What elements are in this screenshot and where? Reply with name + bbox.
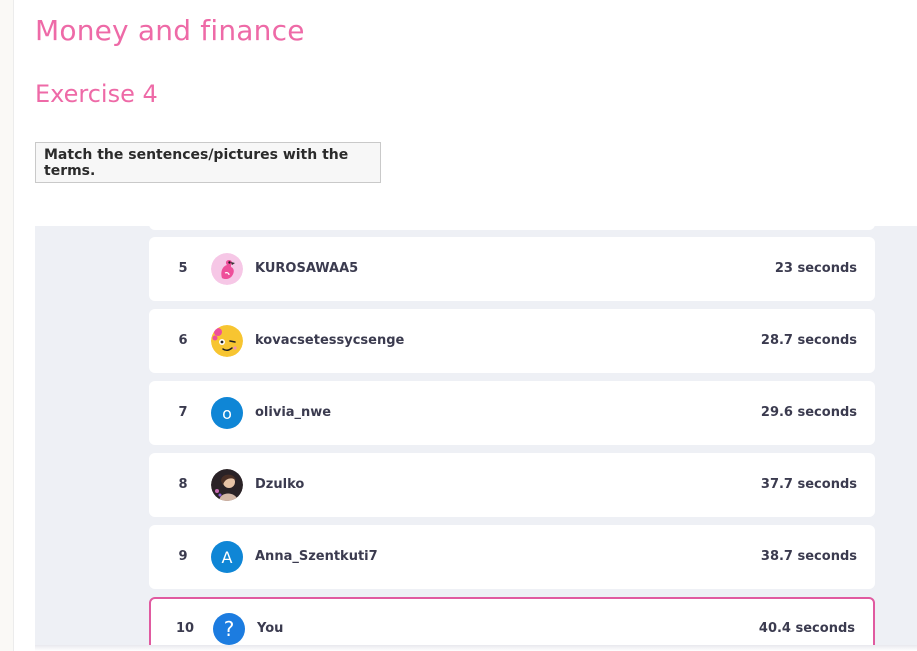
exercise-title: Exercise 4: [35, 80, 158, 108]
bottom-fade: [35, 645, 917, 651]
rank-number: 6: [178, 333, 188, 348]
player-name: You: [257, 621, 284, 636]
rank-number: 9: [178, 549, 188, 564]
left-rail: [0, 0, 14, 651]
leaderboard-row: 7 o olivia_nwe 29.6 seconds: [149, 381, 875, 445]
flamingo-avatar-icon: [211, 253, 243, 285]
player-name: KUROSAWAA5: [255, 261, 359, 276]
player-name: Dzulko: [255, 477, 305, 492]
completion-time: 28.7 seconds: [760, 333, 857, 348]
leaderboard-row: 9 A Anna_Szentkuti7 38.7 seconds: [149, 525, 875, 589]
page-title: Money and finance: [35, 14, 305, 47]
leaderboard-row-you: 10 ? You 40.4 seconds: [149, 597, 875, 646]
completion-time: 40.4 seconds: [758, 621, 855, 636]
leaderboard-row-partial: [149, 226, 875, 230]
rank-number: 10: [175, 621, 195, 636]
photo-avatar-icon: [211, 469, 243, 501]
player-name: olivia_nwe: [255, 405, 332, 420]
rank-number: 7: [178, 405, 188, 420]
instruction-text: Match the sentences/pictures with the te…: [44, 146, 349, 179]
emoji-avatar-icon: [211, 325, 243, 357]
leaderboard-row: 8 Dzulko 37.7 seconds: [149, 453, 875, 517]
completion-time: 29.6 seconds: [760, 405, 857, 420]
player-name: kovacsetessycsenge: [255, 333, 405, 348]
completion-time: 23 seconds: [774, 261, 857, 276]
question-mark-avatar-icon: ?: [213, 613, 245, 645]
completion-time: 37.7 seconds: [760, 477, 857, 492]
rank-number: 8: [178, 477, 188, 492]
leaderboard-row: 6 kovacsetessycsenge 28.7 seconds: [149, 309, 875, 373]
letter-avatar-icon: A: [211, 541, 243, 573]
leaderboard-row: 5 KUROSAWAA5 23 seconds: [149, 237, 875, 301]
leaderboard[interactable]: 5 KUROSAWAA5 23 seconds 6 kovacsetessycs…: [35, 226, 917, 646]
completion-time: 38.7 seconds: [760, 549, 857, 564]
letter-avatar-icon: o: [211, 397, 243, 429]
rank-number: 5: [178, 261, 188, 276]
player-name: Anna_Szentkuti7: [255, 549, 378, 564]
instruction-box: Match the sentences/pictures with the te…: [35, 142, 381, 183]
